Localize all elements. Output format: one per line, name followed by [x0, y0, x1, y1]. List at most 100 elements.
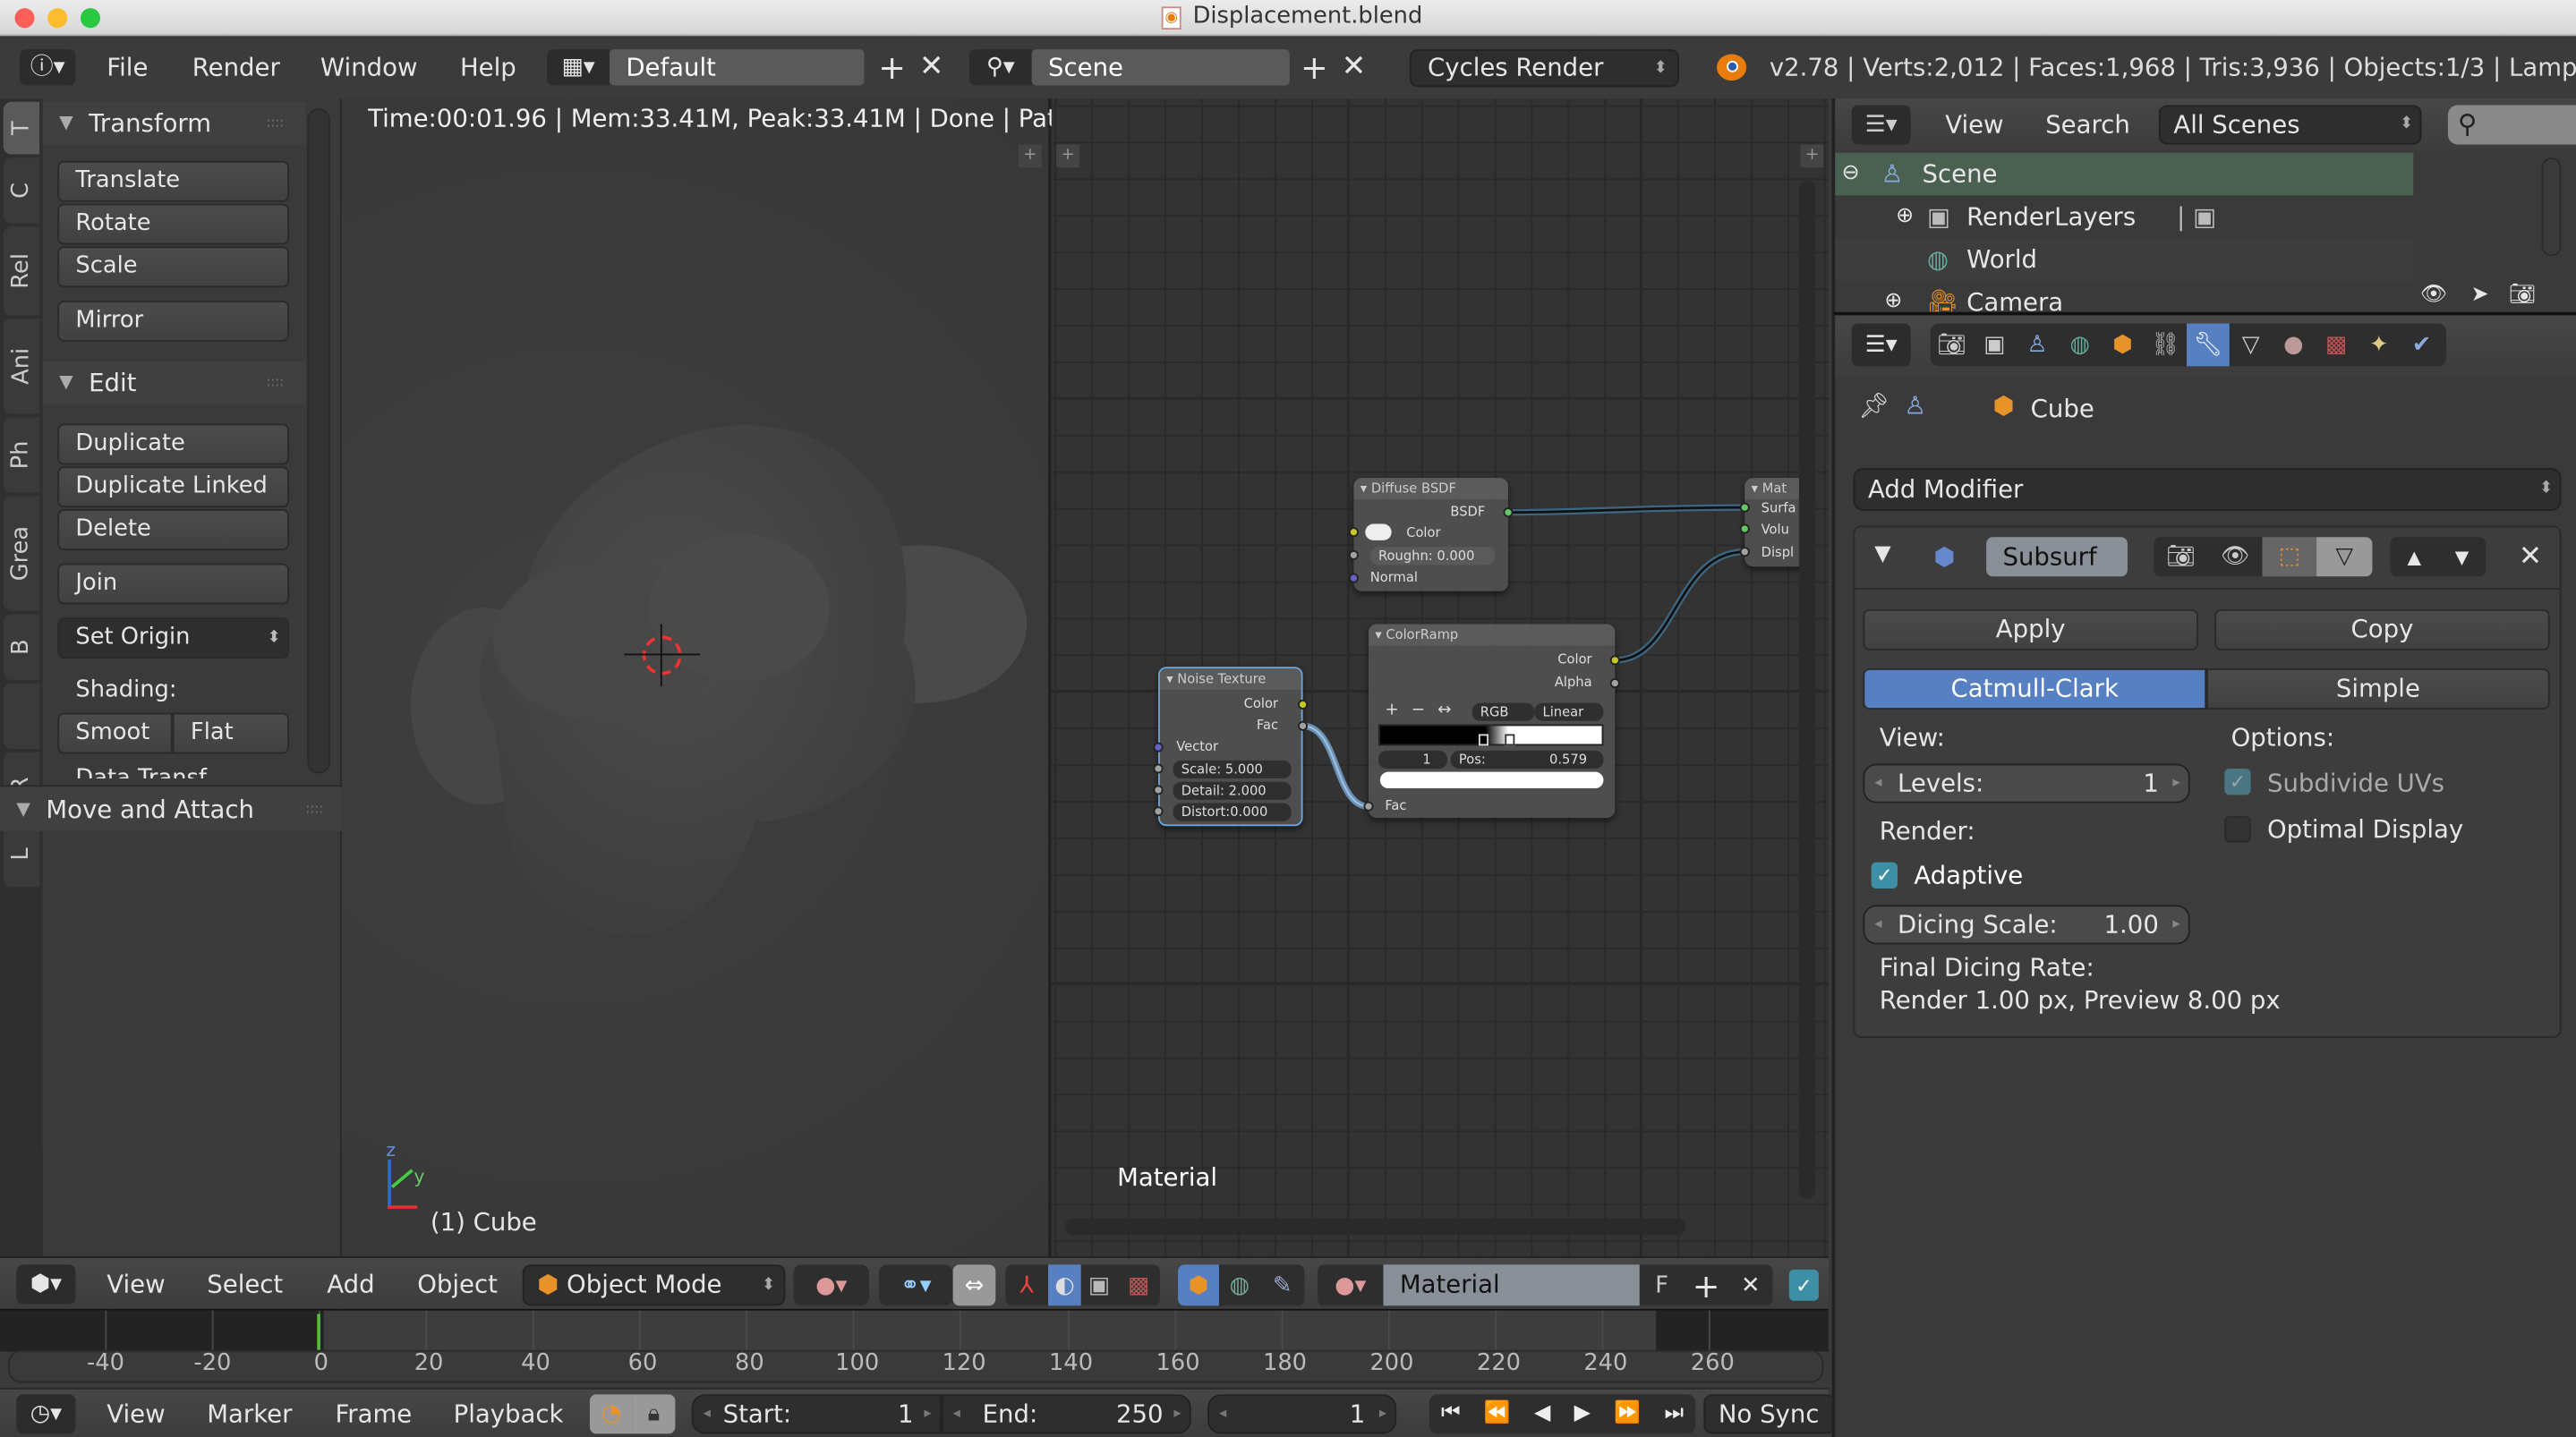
suzanne-mesh[interactable]	[395, 395, 1052, 953]
alpha-output-socket[interactable]	[1609, 678, 1620, 689]
screen-layout-field[interactable]: Default	[609, 49, 865, 86]
ramp-stop-black[interactable]	[1478, 734, 1488, 746]
outliner-scrollbar[interactable]	[2541, 157, 2562, 257]
add-screen-button[interactable]: +	[877, 47, 907, 87]
add-modifier-dropdown[interactable]: Add Modifier ⬍	[1853, 468, 2562, 511]
modifier-name-field[interactable]: Subsurf	[1986, 537, 2128, 577]
editmode-toggle-icon[interactable]: ⬚	[2262, 537, 2317, 577]
play-icon[interactable]: ▶	[1574, 1390, 1591, 1437]
use-nodes-checkbox[interactable]: ✓	[1788, 1269, 1819, 1301]
screen-layout-icon[interactable]: ▦▾	[547, 49, 610, 86]
menu-playback[interactable]: Playback	[454, 1390, 564, 1437]
menu-render[interactable]: Render	[192, 36, 280, 98]
remove-modifier-icon[interactable]: ✕	[2519, 540, 2542, 574]
timeline[interactable]: -40 -20 0 20 40 60 80 100 120 140 160 180 200 220 240 2…	[0, 1308, 1829, 1388]
fac-output-socket[interactable]	[1298, 720, 1309, 731]
pin-icon[interactable]: 📌︎	[1858, 391, 1889, 421]
menu-view[interactable]: View	[107, 1390, 165, 1437]
delete-button[interactable]: Delete	[57, 509, 290, 550]
render-toggle-icon[interactable]: 📷︎	[2154, 537, 2208, 576]
outliner-row-world[interactable]: ◍ World	[1835, 238, 2414, 281]
node-editor-scrollbar-h[interactable]	[1064, 1218, 1686, 1236]
menu-select[interactable]: Select	[207, 1258, 283, 1311]
sync-mode-dropdown[interactable]: No Sync	[1703, 1394, 1836, 1434]
scale-input-socket[interactable]	[1153, 763, 1164, 774]
modifiers-context-icon[interactable]: 🔧︎	[2187, 323, 2230, 367]
transform-manipulator-icon[interactable]: ⅄	[1005, 1264, 1049, 1306]
next-keyframe-icon[interactable]: ⏩	[1614, 1390, 1641, 1437]
expand-icon[interactable]: ⊕	[1896, 195, 1914, 238]
stop-index-field[interactable]: 1	[1378, 750, 1448, 770]
translate-button[interactable]: Translate	[57, 160, 290, 202]
optimal-display-checkbox[interactable]	[2224, 816, 2251, 843]
menu-help[interactable]: Help	[460, 36, 516, 98]
set-origin-dropdown[interactable]: Set Origin ⬍	[57, 617, 290, 659]
properties-editor-icon[interactable]: ☰▾	[1851, 323, 1911, 367]
mirror-button[interactable]: Mirror	[57, 300, 290, 342]
collapse-triangle-icon[interactable]: ▼	[1874, 542, 1890, 567]
outliner-row-renderlayers[interactable]: ⊕ ▣ RenderLayers | ▣	[1835, 195, 2413, 238]
node-editor[interactable]: + + ▾ Diffuse BSDF BSDF Color Roughn: 0.…	[1051, 98, 1829, 1257]
menu-file[interactable]: File	[107, 36, 148, 98]
3d-viewport[interactable]: T C Rel Ani Ph Grea B R L ▼ Transform ::…	[0, 98, 1057, 1257]
editor-type-icon[interactable]: ⬢▾	[16, 1264, 76, 1305]
outliner-row-camera[interactable]: ⊕ 🎥︎ Camera	[1835, 281, 2413, 312]
noise-texture-node[interactable]: ▾ Noise Texture Color Fac Vector Scale: …	[1153, 667, 1309, 827]
outliner-editor-icon[interactable]: ☰▾	[1851, 105, 1911, 145]
tab-physics[interactable]: Ph	[3, 417, 40, 493]
remove-stop-button[interactable]: −	[1412, 701, 1425, 719]
drag-handle-icon[interactable]: ::::	[305, 787, 323, 832]
apply-button[interactable]: Apply	[1863, 608, 2198, 650]
decrement-arrow-icon[interactable]: ◂	[1219, 1396, 1226, 1432]
current-frame-field[interactable]: ◂ 1 ▸	[1207, 1394, 1397, 1434]
frame-ruler[interactable]: -40 -20 0 20 40 60 80 100 120 140 160 180 200 220 240 2…	[8, 1349, 1824, 1383]
menu-view[interactable]: View	[1945, 98, 2003, 151]
physics-context-icon[interactable]: ✔	[2401, 332, 2444, 358]
particles-context-icon[interactable]: ✦	[2358, 332, 2401, 358]
copy-button[interactable]: Copy	[2214, 608, 2550, 650]
scene-field[interactable]: Scene	[1031, 49, 1290, 86]
info-editor-icon[interactable]: ⓘ▾	[20, 49, 76, 86]
menu-marker[interactable]: Marker	[207, 1390, 292, 1437]
menu-add[interactable]: Add	[327, 1258, 374, 1311]
transform-panel-header[interactable]: ▼ Transform ::::	[42, 101, 306, 145]
detail-input-socket[interactable]	[1153, 785, 1164, 795]
stop-position-field[interactable]: Pos: 0.579	[1450, 750, 1604, 770]
move-down-icon[interactable]: ▼	[2438, 537, 2486, 576]
tab-create[interactable]: C	[3, 157, 40, 224]
link-colorramp-displacement[interactable]	[1611, 548, 1748, 664]
fac-input-socket[interactable]	[1363, 801, 1374, 812]
tab-relations[interactable]: Rel	[3, 226, 40, 316]
lock-icon[interactable]: 🔒︎	[632, 1394, 676, 1434]
color-swatch[interactable]	[1365, 523, 1392, 540]
drag-handle-icon[interactable]: ::::	[266, 361, 284, 404]
material-context-icon[interactable]: ●	[2272, 332, 2315, 358]
distortion-input-socket[interactable]	[1153, 806, 1164, 817]
increment-arrow-icon[interactable]: ▸	[2172, 906, 2179, 942]
object-context-icon[interactable]: ⬢	[2102, 332, 2145, 358]
tool-shelf-scrollbar[interactable]	[307, 108, 330, 774]
playhead[interactable]	[317, 1314, 321, 1350]
node-header[interactable]: ▾ ColorRamp	[1368, 624, 1616, 646]
ramp-stop-white-active[interactable]	[1505, 734, 1515, 746]
volume-input-socket[interactable]	[1739, 523, 1750, 534]
jump-start-icon[interactable]: ⏮	[1441, 1390, 1460, 1437]
close-window-button[interactable]	[14, 8, 35, 29]
normal-input-socket[interactable]	[1348, 573, 1359, 583]
expand-icon[interactable]: ⊕	[1884, 281, 1902, 312]
scene-breadcrumb-icon[interactable]: ♙	[1904, 391, 1926, 421]
adaptive-checkbox[interactable]: ✓	[1871, 862, 1898, 889]
material-browse-icon[interactable]: ●▾	[1318, 1264, 1384, 1306]
increment-arrow-icon[interactable]: ▸	[924, 1396, 931, 1432]
mode-dropdown[interactable]: ⬢ Object Mode ⬍	[522, 1264, 786, 1306]
shade-smooth-button[interactable]: Smoot	[57, 712, 173, 754]
tab-tools[interactable]: T	[3, 101, 40, 155]
interpolation-dropdown[interactable]: Linear	[1534, 702, 1604, 721]
timeline-track[interactable]	[0, 1310, 1829, 1352]
roughness-input-socket[interactable]	[1348, 549, 1359, 560]
color-input-socket[interactable]	[1348, 527, 1359, 538]
scene-icon[interactable]: ⚲▾	[968, 49, 1032, 86]
add-stop-button[interactable]: +	[1385, 701, 1398, 719]
decrement-arrow-icon[interactable]: ◂	[1874, 765, 1881, 801]
selectability-cursor-icon[interactable]: ➤	[2471, 283, 2489, 308]
